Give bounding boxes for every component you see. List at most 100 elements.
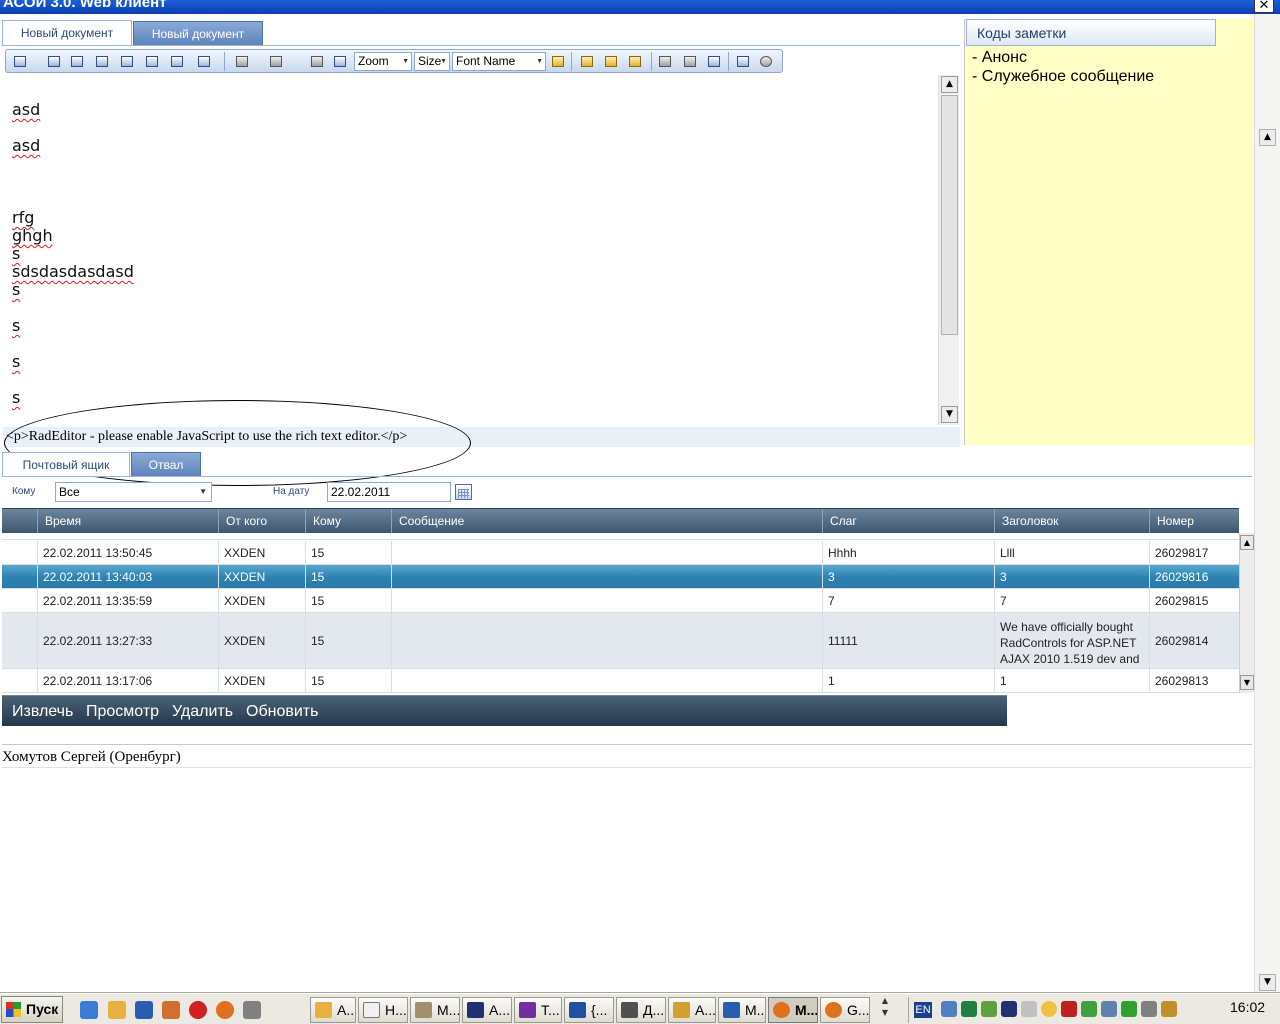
page-scroll-down-icon[interactable]: ▼ xyxy=(1259,974,1276,991)
calendar-icon[interactable] xyxy=(455,484,472,500)
editor-scroll-thumb[interactable] xyxy=(941,95,958,335)
copy-icon[interactable] xyxy=(332,54,348,69)
taskbar-button-active[interactable]: М... xyxy=(768,997,818,1023)
print-icon[interactable] xyxy=(657,54,673,69)
tray-network-icon[interactable] xyxy=(941,1001,957,1017)
column-header-from[interactable]: От кого xyxy=(218,509,305,533)
column-header-slug[interactable]: Слаг xyxy=(822,509,994,533)
delete-column-icon[interactable] xyxy=(119,54,135,69)
redo-icon[interactable] xyxy=(268,54,284,69)
window-title: АСОИ 3.0. Web клиент xyxy=(3,0,167,11)
tray-app-icon[interactable] xyxy=(1101,1001,1117,1017)
table-row[interactable]: 22.02.2011 13:35:59 XXDEN 15 7 7 2602981… xyxy=(2,589,1239,613)
table-row[interactable]: 22.02.2011 13:50:45 XXDEN 15 Hhhh Llll 2… xyxy=(2,541,1239,565)
tray-app-icon[interactable] xyxy=(981,1001,997,1017)
taskbar-button[interactable]: А... xyxy=(310,997,356,1023)
undo-icon[interactable] xyxy=(234,54,250,69)
paste-word-icon[interactable] xyxy=(579,54,595,69)
cut-icon[interactable] xyxy=(309,54,325,69)
table-row[interactable]: 22.02.2011 13:17:06 XXDEN 15 1 1 2602981… xyxy=(2,669,1239,693)
extract-button[interactable]: Извлечь xyxy=(12,696,73,727)
tab-dump[interactable]: Отвал xyxy=(131,452,201,477)
scroll-down-icon[interactable]: ▼ xyxy=(941,406,958,423)
taskbar-scroll-icon[interactable]: ▲ ▼ xyxy=(876,995,894,1022)
language-indicator[interactable]: EN xyxy=(914,1002,932,1018)
delete-row-icon[interactable] xyxy=(69,54,85,69)
zoom-dropdown[interactable]: Zoom ▼ xyxy=(354,52,412,71)
date-filter-input[interactable]: 22.02.2011 xyxy=(327,482,451,502)
windows-logo-icon xyxy=(6,1002,21,1017)
split-cells-icon[interactable] xyxy=(169,54,185,69)
insert-row-icon[interactable] xyxy=(46,54,62,69)
tab-new-document-1[interactable]: Новый документ xyxy=(2,20,132,45)
find-replace-icon[interactable] xyxy=(682,54,698,69)
fullscreen-icon[interactable] xyxy=(706,54,722,69)
table-icon[interactable] xyxy=(12,54,28,69)
settings-quicklaunch-icon[interactable] xyxy=(243,1001,261,1019)
insert-column-icon[interactable] xyxy=(94,54,110,69)
close-app-quicklaunch-icon[interactable] xyxy=(189,1001,207,1019)
size-dropdown[interactable]: Size ▼ xyxy=(414,52,450,71)
tray-app-icon[interactable] xyxy=(1141,1001,1157,1017)
note-code-item[interactable]: - Анонс xyxy=(972,49,1027,67)
table-row[interactable]: 22.02.2011 13:27:33 XXDEN 15 11111 We ha… xyxy=(2,613,1239,669)
tray-app-icon[interactable] xyxy=(1001,1001,1017,1017)
table-properties-icon[interactable] xyxy=(196,54,212,69)
taskbar-button[interactable]: {... xyxy=(564,997,614,1023)
ie-quicklaunch-icon[interactable] xyxy=(80,1001,98,1019)
tray-app-icon[interactable] xyxy=(1081,1001,1097,1017)
taskbar-button[interactable]: М... xyxy=(718,997,766,1023)
to-filter-select[interactable]: Все ▼ xyxy=(55,482,212,502)
taskbar-button[interactable]: А... xyxy=(668,997,716,1023)
taskbar-button[interactable]: G... xyxy=(820,997,870,1023)
column-header-message[interactable]: Сообщение xyxy=(391,509,822,533)
close-window-button[interactable]: ✕ xyxy=(1254,0,1274,13)
table-row-selected[interactable]: 22.02.2011 13:40:03 XXDEN 15 3 3 2602981… xyxy=(2,565,1239,589)
taskbar-button[interactable]: Н... xyxy=(358,997,408,1023)
merge-cells-icon[interactable] xyxy=(144,54,160,69)
taskbar-button[interactable]: М... xyxy=(410,997,460,1023)
tray-tools-icon[interactable] xyxy=(1161,1001,1177,1017)
start-button[interactable]: Пуск xyxy=(1,996,63,1023)
page-scrollbar[interactable]: ▲ ▼ xyxy=(1254,14,1280,993)
page-scroll-up-icon[interactable]: ▲ xyxy=(1259,129,1276,146)
tray-app-icon[interactable] xyxy=(1121,1001,1137,1017)
chevron-down-icon: ▼ xyxy=(402,58,409,65)
paste-plain-icon[interactable] xyxy=(603,54,619,69)
taskbar-button[interactable]: А... xyxy=(462,997,512,1023)
note-code-item[interactable]: - Служебное сообщение xyxy=(972,68,1154,86)
app-quicklaunch-icon[interactable] xyxy=(162,1001,180,1019)
tab-label: Новый документ xyxy=(20,26,114,40)
column-header-title[interactable]: Заголовок xyxy=(994,509,1149,533)
taskbar-button[interactable]: Д... xyxy=(616,997,666,1023)
scroll-down-icon[interactable]: ▼ xyxy=(1240,675,1254,690)
computer-icon xyxy=(621,1002,638,1018)
word-quicklaunch-icon[interactable] xyxy=(135,1001,153,1019)
rich-text-editor[interactable]: asd asd rfg ghgh s sdsdasdasdasd s s s s xyxy=(3,75,938,425)
editor-scrollbar[interactable]: ▲ ▼ xyxy=(938,75,959,425)
font-name-dropdown[interactable]: Font Name ▼ xyxy=(452,52,546,71)
column-header-to[interactable]: Кому xyxy=(305,509,391,533)
scroll-up-icon[interactable]: ▲ xyxy=(941,76,958,93)
tab-mailbox[interactable]: Почтовый ящик xyxy=(2,452,130,477)
column-header-time[interactable]: Время xyxy=(37,509,218,533)
firefox-quicklaunch-icon[interactable] xyxy=(216,1001,234,1019)
view-button[interactable]: Просмотр xyxy=(86,696,159,727)
tray-clock-icon[interactable] xyxy=(1041,1001,1057,1017)
folder-quicklaunch-icon[interactable] xyxy=(108,1001,126,1019)
paste-html-icon[interactable] xyxy=(627,54,643,69)
tab-new-document-2[interactable]: Новый документ xyxy=(133,21,263,46)
grid-scrollbar[interactable]: ▲ ▼ xyxy=(1239,533,1254,693)
tray-app-icon[interactable] xyxy=(961,1001,977,1017)
html-mode-icon[interactable] xyxy=(735,54,751,69)
column-header-number[interactable]: Номер xyxy=(1149,509,1239,533)
rad-editor-message: <p>RadEditor - please enable JavaScript … xyxy=(3,427,960,447)
scroll-up-icon[interactable]: ▲ xyxy=(1240,535,1254,550)
insert-date-icon[interactable] xyxy=(758,54,774,69)
refresh-button[interactable]: Обновить xyxy=(246,696,318,727)
taskbar-button[interactable]: Т... xyxy=(514,997,562,1023)
tray-pdf-icon[interactable] xyxy=(1061,1001,1077,1017)
paste-icon[interactable] xyxy=(550,54,566,69)
delete-button[interactable]: Удалить xyxy=(172,696,233,727)
tray-app-icon[interactable] xyxy=(1021,1001,1037,1017)
